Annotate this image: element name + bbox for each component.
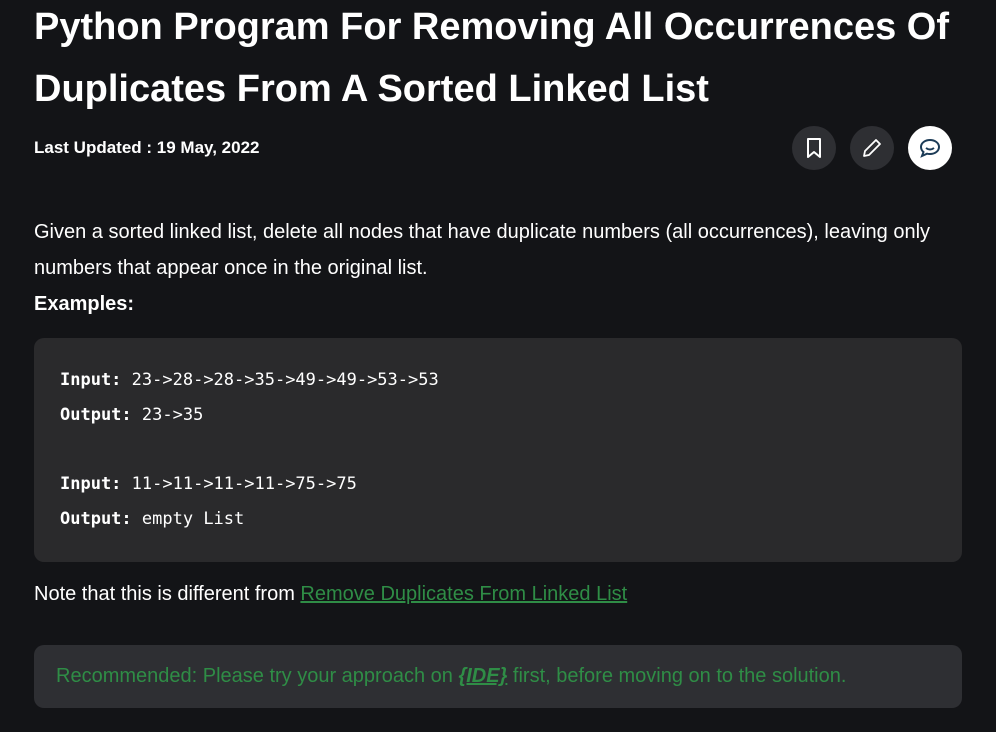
note-paragraph: Note that this is different from Remove … (34, 576, 627, 612)
code-line: Output: empty List (60, 509, 244, 529)
output-label: Output: (60, 509, 132, 529)
examples-label: Examples (34, 293, 128, 315)
article-title: Python Program For Removing All Occurren… (34, 6, 950, 110)
recommended-text-end: first, before moving on to the solution. (507, 665, 847, 687)
code-line: Output: 23->35 (60, 405, 203, 425)
example2-input: 11->11->11->11->75->75 (131, 474, 357, 494)
code-line: Input: 11->11->11->11->75->75 (60, 474, 357, 494)
examples-colon: : (127, 293, 135, 315)
recommended-text: Recommended: Please try your approach on (56, 665, 459, 687)
output-label: Output: (60, 405, 132, 425)
example1-output: 23->35 (141, 405, 204, 425)
discuss-button[interactable] (908, 126, 952, 170)
pencil-icon (863, 139, 881, 157)
note-text: Note that this is different from (34, 583, 301, 605)
input-label: Input: (60, 370, 122, 390)
article-actions (792, 126, 952, 170)
intro-paragraph: Given a sorted linked list, delete all n… (34, 221, 931, 279)
code-line: Input: 23->28->28->35->49->49->53->53 (60, 370, 439, 390)
bookmark-icon (807, 138, 821, 158)
example1-input: 23->28->28->35->49->49->53->53 (131, 370, 439, 390)
last-updated: Last Updated : 19 May, 2022 (34, 138, 260, 157)
example2-output: empty List (141, 509, 245, 529)
recommended-box: Recommended: Please try your approach on… (34, 645, 962, 708)
bookmark-button[interactable] (792, 126, 836, 170)
input-label: Input: (60, 474, 122, 494)
remove-duplicates-link[interactable]: Remove Duplicates From Linked List (300, 583, 627, 605)
ide-link[interactable]: {IDE} (458, 665, 507, 687)
chat-icon (919, 138, 941, 158)
code-block: Input: 23->28->28->35->49->49->53->53 Ou… (34, 338, 962, 562)
examples-heading: Examples: (34, 286, 134, 322)
edit-button[interactable] (850, 126, 894, 170)
